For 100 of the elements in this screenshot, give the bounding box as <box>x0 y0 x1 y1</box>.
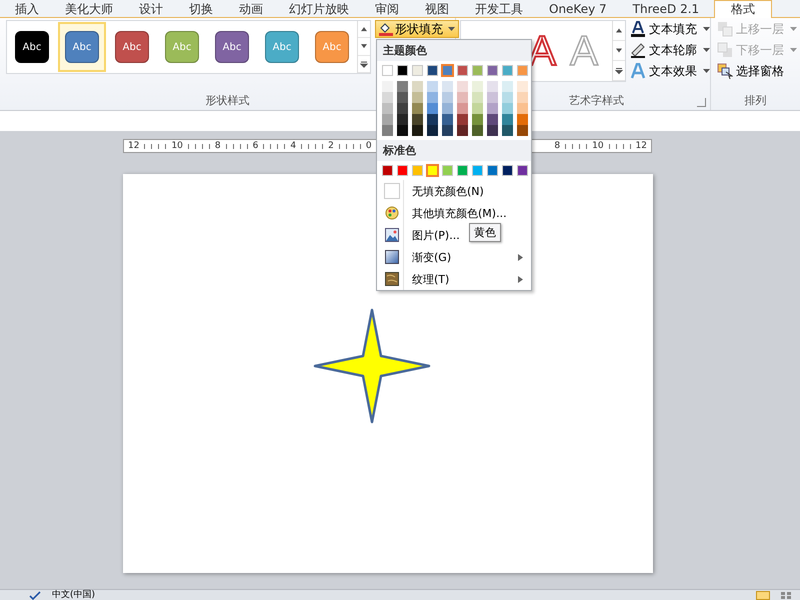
color-swatch[interactable] <box>502 65 513 76</box>
ribbon-tab[interactable]: ThreeD 2.1 <box>622 0 710 17</box>
shade-swatch[interactable] <box>397 125 408 136</box>
shade-swatch[interactable] <box>487 114 498 125</box>
shade-swatch[interactable] <box>412 103 423 114</box>
shade-swatch[interactable] <box>382 103 393 114</box>
ribbon-tab[interactable]: 视图 <box>414 0 460 17</box>
color-swatch[interactable] <box>397 165 408 176</box>
shade-swatch[interactable] <box>487 92 498 103</box>
shade-swatch[interactable] <box>412 114 423 125</box>
shade-swatch[interactable] <box>382 125 393 136</box>
shape-fill-button[interactable]: 形状填充 <box>375 20 459 38</box>
ribbon-tab[interactable]: 开发工具 <box>464 0 534 17</box>
color-swatch[interactable] <box>382 165 393 176</box>
color-swatch[interactable] <box>397 65 408 76</box>
color-swatch[interactable] <box>442 65 453 76</box>
color-swatch[interactable] <box>442 165 453 176</box>
color-swatch[interactable] <box>427 65 438 76</box>
shade-swatch[interactable] <box>487 125 498 136</box>
color-swatch[interactable] <box>427 165 438 176</box>
menu-item[interactable]: 渐变(G) <box>377 246 531 268</box>
shade-swatch[interactable] <box>457 114 468 125</box>
shade-swatch[interactable] <box>397 103 408 114</box>
slide-sorter-icon[interactable] <box>780 590 792 600</box>
color-swatch[interactable] <box>487 65 498 76</box>
shade-swatch[interactable] <box>472 114 483 125</box>
color-swatch[interactable] <box>517 165 528 176</box>
shade-swatch[interactable] <box>502 103 513 114</box>
spell-check-icon[interactable] <box>28 590 42 600</box>
shade-swatch[interactable] <box>502 114 513 125</box>
ribbon-tab[interactable]: 美化大师 <box>54 0 124 17</box>
shade-swatch[interactable] <box>427 125 438 136</box>
shade-swatch[interactable] <box>502 92 513 103</box>
color-swatch[interactable] <box>457 165 468 176</box>
ribbon-tab[interactable]: OneKey 7 <box>538 0 618 17</box>
shade-swatch[interactable] <box>457 92 468 103</box>
shade-swatch[interactable] <box>472 92 483 103</box>
shade-swatch[interactable] <box>442 125 453 136</box>
shade-swatch[interactable] <box>517 92 528 103</box>
shade-swatch[interactable] <box>442 114 453 125</box>
shade-swatch[interactable] <box>427 114 438 125</box>
style-swatch[interactable]: Abc <box>58 22 106 72</box>
shade-swatch[interactable] <box>487 81 498 92</box>
shade-swatch[interactable] <box>397 92 408 103</box>
shade-swatch[interactable] <box>502 81 513 92</box>
shade-swatch[interactable] <box>472 103 483 114</box>
shade-swatch[interactable] <box>427 92 438 103</box>
color-swatch[interactable] <box>472 65 483 76</box>
ribbon-tab[interactable]: 插入 <box>4 0 50 17</box>
shade-swatch[interactable] <box>382 114 393 125</box>
shade-swatch[interactable] <box>517 125 528 136</box>
shade-swatch[interactable] <box>412 92 423 103</box>
color-swatch[interactable] <box>382 65 393 76</box>
wordart-button[interactable]: 文本轮廓 <box>630 41 710 59</box>
color-swatch[interactable] <box>502 165 513 176</box>
shade-swatch[interactable] <box>472 81 483 92</box>
color-swatch[interactable] <box>487 165 498 176</box>
color-swatch[interactable] <box>472 165 483 176</box>
shade-swatch[interactable] <box>457 81 468 92</box>
color-swatch[interactable] <box>412 165 423 176</box>
shade-swatch[interactable] <box>382 92 393 103</box>
shade-swatch[interactable] <box>517 103 528 114</box>
shade-swatch[interactable] <box>517 114 528 125</box>
shade-swatch[interactable] <box>427 81 438 92</box>
shade-swatch[interactable] <box>412 125 423 136</box>
shade-swatch[interactable] <box>487 103 498 114</box>
shade-swatch[interactable] <box>517 81 528 92</box>
shade-swatch[interactable] <box>472 125 483 136</box>
shade-swatch[interactable] <box>442 81 453 92</box>
dialog-launcher-icon[interactable] <box>697 98 706 107</box>
shade-swatch[interactable] <box>442 103 453 114</box>
ribbon-tab[interactable]: 幻灯片放映 <box>278 0 360 17</box>
glowing-letter-icon <box>630 63 646 79</box>
arrange-button[interactable]: 选择窗格 <box>717 62 797 80</box>
shade-swatch[interactable] <box>382 81 393 92</box>
normal-view-icon[interactable] <box>756 590 770 600</box>
wordart-button[interactable]: 文本填充 <box>630 20 710 38</box>
shade-swatch[interactable] <box>457 125 468 136</box>
menu-item[interactable]: 纹理(T) <box>377 268 531 290</box>
four-point-star-shape[interactable] <box>312 308 430 424</box>
shade-swatch[interactable] <box>412 81 423 92</box>
wordart-button[interactable]: 文本效果 <box>630 62 710 80</box>
ribbon-tab[interactable]: 动画 <box>228 0 274 17</box>
shade-swatch[interactable] <box>457 103 468 114</box>
ribbon-tab[interactable]: 审阅 <box>364 0 410 17</box>
ribbon-tab[interactable]: 设计 <box>128 0 174 17</box>
color-swatch[interactable] <box>457 65 468 76</box>
shade-swatch[interactable] <box>397 81 408 92</box>
shade-swatch[interactable] <box>427 103 438 114</box>
group-label: 排列 <box>744 94 766 109</box>
menu-item[interactable]: 无填充颜色(N) <box>377 180 531 202</box>
menu-item[interactable]: 其他填充颜色(M)... <box>377 202 531 224</box>
ribbon-tab[interactable]: 格式 <box>714 0 772 18</box>
shade-swatch[interactable] <box>502 125 513 136</box>
shade-swatch[interactable] <box>397 114 408 125</box>
ribbon-tab[interactable]: 切换 <box>178 0 224 17</box>
palette-icon <box>385 206 399 220</box>
color-swatch[interactable] <box>517 65 528 76</box>
shade-swatch[interactable] <box>442 92 453 103</box>
color-swatch[interactable] <box>412 65 423 76</box>
